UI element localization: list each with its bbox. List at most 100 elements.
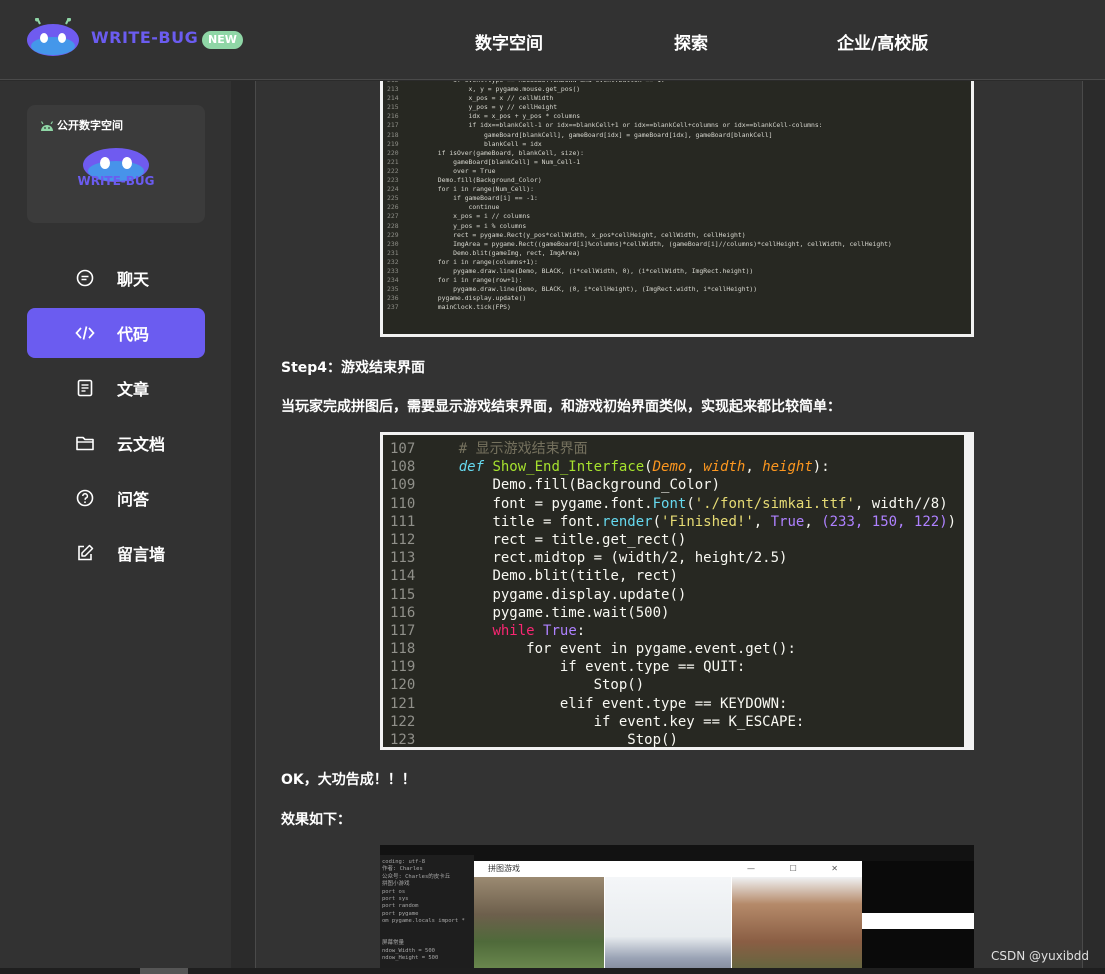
code-line: 217 if idx==blankCell-1 or idx==blankCel…	[387, 121, 971, 130]
nav-explore[interactable]: 探索	[674, 29, 708, 54]
demo-window-title: 拼图游戏	[488, 864, 520, 873]
sidebar-item-label: 聊天	[117, 270, 150, 289]
line-number: 229	[387, 230, 399, 239]
code-line: 220 if isOver(gameBoard, blankCell, size…	[387, 149, 971, 158]
code-line: 229 rect = pygame.Rect(y_pos*cellWidth, …	[387, 231, 971, 240]
line-number: 237	[387, 303, 399, 312]
code-line: 235 pygame.draw.line(Demo, BLACK, (0, i*…	[387, 285, 971, 294]
line-number: 221	[387, 157, 399, 166]
demo-window-titlebar: 拼图游戏 — ☐ ✕	[474, 861, 862, 877]
puzzle-tile	[474, 877, 604, 974]
code-block-loop: 212 if event.type == MOUSEBUTTONDOWN and…	[383, 81, 971, 312]
code-text: if idx==blankCell-1 or idx==blankCell+1 …	[407, 121, 823, 130]
code-text: gameBoard[blankCell], gameBoard[idx] = g…	[407, 130, 773, 139]
code-line: 232 for i in range(columns+1):	[387, 258, 971, 267]
code-line: 225 if gameBoard[i] == -1:	[387, 194, 971, 203]
code-line: 222 over = True	[387, 167, 971, 176]
code-line: 121 elif event.type == KEYDOWN:	[390, 695, 788, 712]
code-line: 107 # 显示游戏结束界面	[390, 441, 588, 457]
line-number: 231	[387, 248, 399, 257]
step4-description: 当玩家完成拼图后，需要显示游戏结束界面，和游戏初始界面类似，实现起来都比较简单：	[281, 399, 841, 415]
code-line: 114 Demo.blit(title, rect)	[390, 568, 678, 585]
code-line: 115 pygame.display.update()	[390, 586, 687, 603]
code-line: 237 mainClock.tick(FPS)	[387, 303, 971, 312]
space-card[interactable]: 公开数字空间 WRITE-BUG	[27, 105, 205, 223]
code-line: 109 Demo.fill(Background_Color)	[390, 477, 721, 494]
line-number: 232	[387, 257, 399, 266]
code-line: 215 y_pos = y // cellHeight	[387, 103, 971, 112]
line-number: 218	[387, 130, 399, 139]
line-number: 214	[387, 94, 399, 103]
code-text: if gameBoard[i] == -1:	[407, 194, 538, 203]
question-icon	[75, 488, 95, 508]
sidebar-item-cloud-docs[interactable]: 云文档	[27, 418, 205, 468]
scrollbar-thumb[interactable]	[140, 968, 188, 974]
line-number: 227	[387, 212, 399, 221]
game-demo-screenshot: coding: utf-8 作者: Charles 公众号: Charles的皮…	[380, 845, 974, 974]
nav-digital-space[interactable]: 数字空间	[475, 29, 543, 54]
folder-icon	[75, 433, 95, 453]
top-bar: WRITE-BUG NEW 数字空间 探索 企业/高校版	[0, 0, 1105, 80]
code-line: 118 for event in pygame.event.get():	[390, 641, 796, 658]
space-name: WRITE-BUG	[77, 174, 155, 188]
sidebar-item-article[interactable]: 文章	[27, 363, 205, 413]
code-line: 224 for i in range(Num_Cell):	[387, 185, 971, 194]
code-line: 236 pygame.display.update()	[387, 294, 971, 303]
sidebar: 公开数字空间 WRITE-BUG 聊天 代码 文章 云文档 问答 留言墙	[0, 81, 231, 974]
code-text: for i in range(columns+1):	[407, 257, 538, 266]
line-number: 228	[387, 221, 399, 230]
code-line: 216 idx = x_pos + y_pos * columns	[387, 112, 971, 121]
line-number: 222	[387, 166, 399, 175]
line-number: 234	[387, 276, 399, 285]
code-text: gameBoard[blankCell] = Num_Cell-1	[407, 157, 581, 166]
writebug-logo-icon[interactable]	[26, 17, 80, 58]
sidebar-item-qa[interactable]: 问答	[27, 473, 205, 523]
code-line: 112 rect = title.get_rect()	[390, 531, 687, 548]
line-number: 215	[387, 103, 399, 112]
code-line: 219 blankCell = idx	[387, 140, 971, 149]
line-number: 224	[387, 185, 399, 194]
code-text: pygame.draw.line(Demo, BLACK, (0, i*cell…	[407, 285, 758, 294]
code-line: 108 def Show_End_Interface(Demo, width, …	[390, 459, 830, 476]
line-number: 216	[387, 112, 399, 121]
code-line: 123 Stop()	[390, 732, 678, 748]
code-line: 113 rect.midtop = (width/2, height/2.5)	[390, 550, 788, 567]
puzzle-tile	[732, 877, 862, 974]
line-number: 217	[387, 121, 399, 130]
line-number: 220	[387, 148, 399, 157]
logo-text[interactable]: WRITE-BUG	[91, 28, 198, 47]
code-screenshot-end-interface: 107 # 显示游戏结束界面 108 def Show_End_Interfac…	[380, 432, 974, 750]
code-line: 213 x, y = pygame.mouse.get_pos()	[387, 85, 971, 94]
line-number: 223	[387, 176, 399, 185]
line-number: 230	[387, 239, 399, 248]
line-number: 235	[387, 285, 399, 294]
code-line: 110 font = pygame.font.Font('./font/simk…	[390, 495, 948, 512]
watermark: CSDN @yuxibdd	[990, 949, 1089, 963]
article-content: 212 if event.type == MOUSEBUTTONDOWN and…	[255, 81, 1083, 974]
sidebar-item-chat[interactable]: 聊天	[27, 253, 205, 303]
line-number: 233	[387, 266, 399, 275]
sidebar-item-code[interactable]: 代码	[27, 308, 205, 358]
code-line: 111 title = font.render('Finished!', Tru…	[390, 513, 957, 530]
code-text: over = True	[407, 166, 496, 175]
demo-console-text: coding: utf-8 作者: Charles 公众号: Charles的皮…	[382, 859, 465, 962]
line-number: 226	[387, 203, 399, 212]
code-line: 122 if event.key == K_ESCAPE:	[390, 713, 805, 730]
sidebar-item-message-wall[interactable]: 留言墙	[27, 528, 205, 578]
android-icon	[40, 121, 54, 131]
code-text: x_pos = i // columns	[407, 212, 531, 221]
demo-window-buttons: — ☐ ✕	[747, 864, 854, 873]
code-line: 227 x_pos = i // columns	[387, 212, 971, 221]
line-number: 225	[387, 194, 399, 203]
sidebar-item-label: 留言墙	[117, 545, 166, 564]
demo-dark-panel	[862, 861, 974, 974]
code-line: 218 gameBoard[blankCell], gameBoard[idx]…	[387, 131, 971, 140]
line-number: 219	[387, 139, 399, 148]
sidebar-item-label: 云文档	[117, 435, 166, 454]
nav-enterprise[interactable]: 企业/高校版	[837, 29, 928, 54]
code-line: 228 y_pos = i % columns	[387, 222, 971, 231]
code-line: 116 pygame.time.wait(500)	[390, 604, 670, 621]
code-line: 226 continue	[387, 203, 971, 212]
sidebar-item-label: 文章	[117, 380, 150, 399]
new-badge: NEW	[202, 31, 243, 49]
